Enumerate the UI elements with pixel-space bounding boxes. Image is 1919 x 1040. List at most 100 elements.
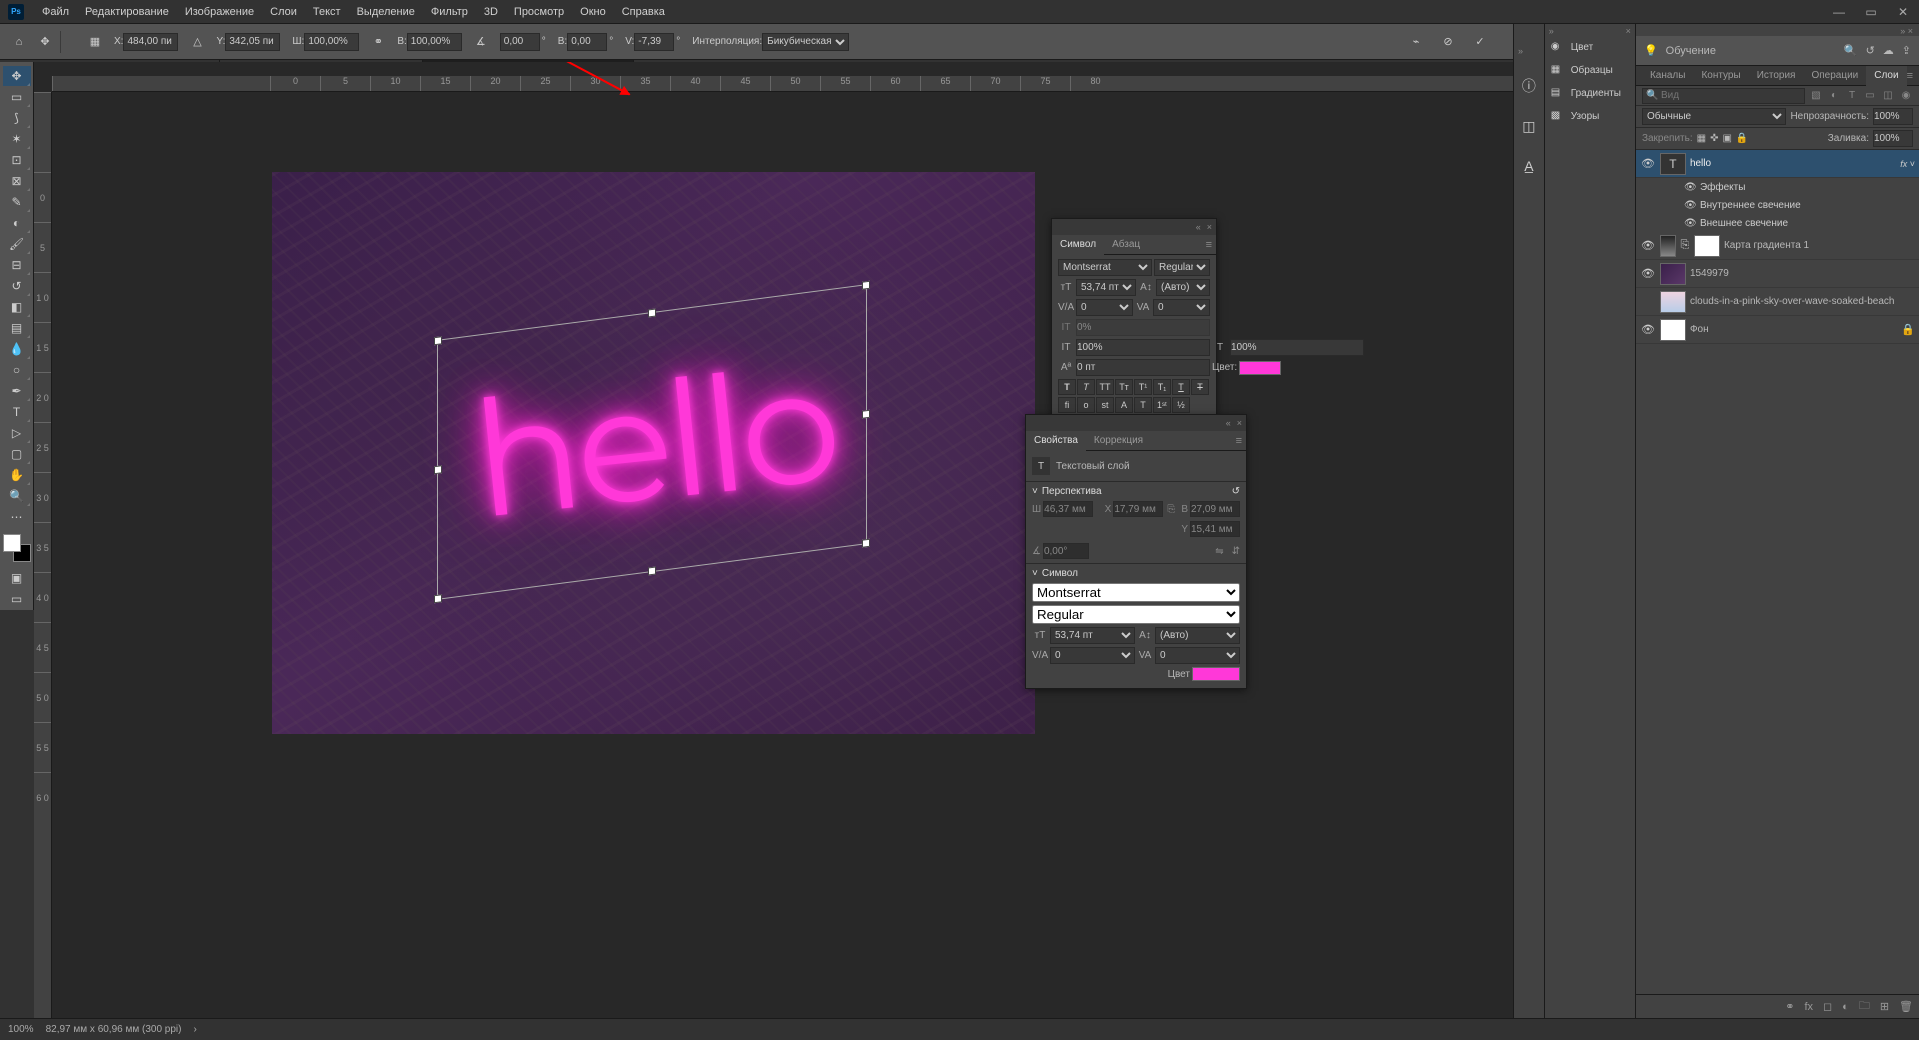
italic-button[interactable]: T [1077,379,1095,395]
filter-type-icon[interactable]: T [1845,89,1859,103]
brush-tool[interactable]: 🖌 [3,234,31,254]
layer-thumbnail[interactable] [1660,291,1686,313]
visibility-icon[interactable]: 👁 [1640,323,1656,336]
marquee-tool[interactable]: ▭ [3,87,31,107]
close-icon[interactable]: × [1207,222,1212,232]
text-color-swatch[interactable] [1239,361,1281,375]
frame-tool[interactable]: ⊠ [3,171,31,191]
layer-search-input[interactable] [1642,88,1805,104]
prop-kerning-select[interactable]: 0 [1050,647,1135,664]
fx-icon[interactable]: fx [1804,1001,1813,1013]
baseline-input[interactable] [1076,359,1210,376]
properties-icon[interactable]: ◫ [1519,116,1539,136]
refpoint-icon[interactable]: ▦ [84,31,106,53]
link-layers-icon[interactable]: ⚭ [1785,1000,1794,1013]
properties-tab[interactable]: Свойства [1026,431,1086,451]
visibility-icon[interactable]: 👁 [1640,267,1656,280]
lock-icon[interactable]: 🔒 [1901,323,1915,336]
subscript-button[interactable]: T₁ [1153,379,1171,395]
smallcaps-button[interactable]: Tᴛ [1115,379,1133,395]
group-icon[interactable]: 🗀 [1859,997,1870,1016]
paragraph-tab[interactable]: Абзац [1104,235,1148,255]
window-minimize[interactable]: — [1823,0,1855,24]
eraser-tool[interactable]: ◧ [3,297,31,317]
layers-tab[interactable]: Слои [1866,66,1906,86]
mask-icon[interactable]: ◻ [1823,1000,1832,1013]
layer-name[interactable]: hello [1690,158,1896,169]
tracking-select[interactable]: 0 [1153,299,1210,316]
prop-style-select[interactable]: Regular [1032,605,1240,624]
zoom-level[interactable]: 100% [8,1024,34,1035]
mask-thumbnail[interactable] [1694,235,1720,257]
character-tab[interactable]: Символ [1052,235,1104,255]
filter-adjust-icon[interactable]: ◐ [1827,89,1841,103]
menu-text[interactable]: Текст [305,6,349,18]
h-input[interactable] [407,33,462,51]
doc-dimensions[interactable]: 82,97 мм x 60,96 мм (300 ppi) [46,1024,182,1035]
delta-icon[interactable]: △ [186,31,208,53]
y-input[interactable] [225,33,280,51]
adjustment-thumbnail[interactable] [1660,235,1676,257]
channels-tab[interactable]: Каналы [1642,66,1694,86]
collapse-handle[interactable]: « [1226,418,1231,428]
prop-font-select[interactable]: Montserrat [1032,583,1240,602]
font-size-select[interactable]: 53,74 пт [1076,279,1136,296]
layer-hello[interactable]: 👁 T hello fx ˅ [1636,150,1919,178]
cloud-icon[interactable]: ☁ [1883,44,1894,57]
superscript-button[interactable]: T¹ [1134,379,1152,395]
prop-tracking-select[interactable]: 0 [1155,647,1240,664]
window-close[interactable]: ✕ [1887,0,1919,24]
prop-leading-select[interactable]: (Авто) [1155,627,1240,644]
visibility-icon[interactable]: 👁 [1684,182,1696,193]
vscale-input[interactable] [1076,339,1210,356]
collapse-handle[interactable]: » [1549,26,1554,34]
history-tab[interactable]: История [1749,66,1804,86]
visibility-icon[interactable]: 👁 [1684,218,1696,229]
eyedropper-tool[interactable]: ✎ [3,192,31,212]
type-tool[interactable]: T [3,402,31,422]
flip-v-icon[interactable]: ⇵ [1232,546,1240,557]
chevron-down-icon[interactable]: ˅ [1032,486,1038,497]
link-icon[interactable]: ⎘ [1167,504,1177,515]
angle-input[interactable] [500,33,540,51]
effects-group[interactable]: 👁Эффекты [1636,178,1919,196]
filter-toggle-icon[interactable]: ◉ [1899,89,1913,103]
menu-edit[interactable]: Редактирование [77,6,177,18]
lasso-tool[interactable]: ⟆ [3,108,31,128]
stylistic-button[interactable]: st [1096,397,1114,413]
properties-panel[interactable]: «× Свойства Коррекция ≡ T Текстовый слой… [1025,414,1247,689]
chevron-right-icon[interactable]: › [194,1024,197,1035]
layer-thumbnail[interactable]: T [1660,153,1686,175]
interp-select[interactable]: Бикубическая [762,33,849,51]
close-icon[interactable]: × [1237,418,1242,428]
transform-handle-mr[interactable] [862,410,870,419]
panel-menu-icon[interactable]: ≡ [1907,70,1913,82]
history-brush-tool[interactable]: ↺ [3,276,31,296]
fx-badge[interactable]: fx ˅ [1900,159,1915,169]
info-icon[interactable]: ⓘ [1519,76,1539,96]
cancel-icon[interactable]: ⊘ [1437,31,1459,53]
menu-3d[interactable]: 3D [476,6,506,18]
transform-handle-bm[interactable] [648,566,656,575]
transform-handle-bl[interactable] [434,594,442,603]
layer-thumbnail[interactable] [1660,319,1686,341]
gradients-panel-tab[interactable]: ▤Градиенты [1545,82,1635,105]
prop-size-select[interactable]: 53,74 пт [1050,627,1135,644]
chevron-down-icon[interactable]: ˅ [1032,568,1038,579]
stamp-tool[interactable]: ⊟ [3,255,31,275]
panel-menu-icon[interactable]: ≡ [1232,435,1246,447]
layer-gradmap[interactable]: 👁 ⎘ Карта градиента 1 [1636,232,1919,260]
lock-pixels-icon[interactable]: ▦ [1697,133,1706,144]
lock-artboard-icon[interactable]: ▣ [1722,133,1731,144]
hskew-input[interactable] [567,33,607,51]
ruler-vertical[interactable]: 051 01 52 02 53 03 54 04 55 05 56 0 [34,92,52,1018]
menu-window[interactable]: Окно [572,6,614,18]
ordinals2-button[interactable]: 1ˢᵗ [1153,397,1171,413]
layer-name[interactable]: Карта градиента 1 [1724,240,1915,251]
transform-handle-br[interactable] [862,539,870,548]
quickmask-icon[interactable]: ▣ [3,568,31,588]
collapse-handle[interactable]: » [1518,46,1523,54]
gradient-tool[interactable]: ▤ [3,318,31,338]
transform-handle-tl[interactable] [434,336,442,345]
collapse-handle[interactable]: « [1196,222,1201,232]
